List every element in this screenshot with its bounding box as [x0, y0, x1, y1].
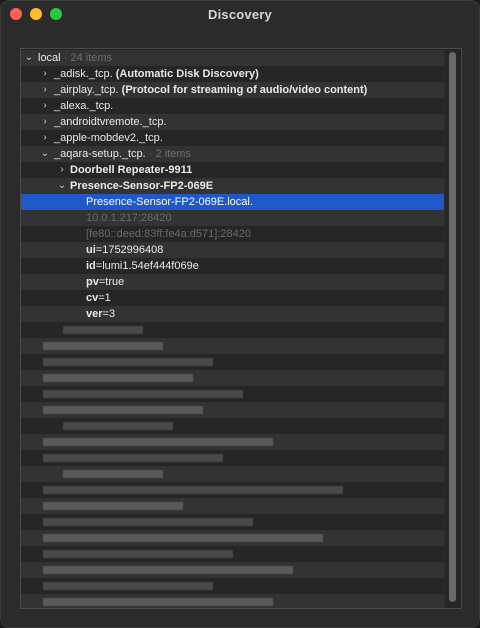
redacted-row — [21, 482, 445, 498]
chevron-right-icon[interactable]: › — [40, 114, 50, 130]
chevron-right-icon[interactable]: › — [57, 162, 67, 178]
ipv4-address: 10.0.1.217:28420 — [86, 212, 172, 224]
txt-key: pv — [86, 276, 99, 288]
chevron-right-icon[interactable]: › — [40, 130, 50, 146]
pixelated-redaction — [43, 582, 213, 590]
tree-row-txt-record[interactable]: ui=1752996408 — [21, 242, 445, 258]
zoom-button[interactable] — [50, 8, 62, 20]
chevron-down-icon[interactable]: ⌄ — [57, 178, 67, 194]
redacted-row — [21, 498, 445, 514]
scrollbar-thumb[interactable] — [449, 52, 456, 602]
pixelated-redaction — [43, 502, 183, 510]
service-description: (Protocol for streaming of audio/video c… — [121, 84, 368, 96]
redacted-row — [21, 354, 445, 370]
chevron-right-icon[interactable]: › — [40, 66, 50, 82]
redacted-row — [21, 402, 445, 418]
chevron-right-icon[interactable]: › — [40, 82, 50, 98]
tree-row-service[interactable]: › _androidtvremote._tcp. — [21, 114, 445, 130]
close-button[interactable] — [10, 8, 22, 20]
device-name: Doorbell Repeater-9911 — [70, 164, 193, 176]
pixelated-redaction — [43, 454, 223, 462]
tree-row-service-expanded[interactable]: ⌄ _aqara-setup._tcp. · 2 items — [21, 146, 445, 162]
tree-row-txt-record[interactable]: cv=1 — [21, 290, 445, 306]
redacted-row — [21, 466, 445, 482]
redacted-row — [21, 434, 445, 450]
root-label: local — [38, 52, 61, 64]
traffic-lights — [10, 8, 62, 20]
device-name: Presence-Sensor-FP2-069E — [70, 180, 214, 192]
tree-row-service[interactable]: › _alexa._tcp. — [21, 98, 445, 114]
tree-row-txt-record[interactable]: pv=true — [21, 274, 445, 290]
tree-row-txt-record[interactable]: id=lumi1.54ef444f069e — [21, 258, 445, 274]
discovery-window: Discovery ⌄ local · 24 items › _adisk._t… — [0, 0, 480, 628]
redacted-row — [21, 578, 445, 594]
tree-row-service[interactable]: › _apple-mobdev2._tcp. — [21, 130, 445, 146]
service-description: (Automatic Disk Discovery) — [115, 68, 259, 80]
tree-row-txt-record[interactable]: ver=3 — [21, 306, 445, 322]
pixelated-redaction — [43, 598, 273, 606]
service-name: _airplay._tcp. — [54, 84, 119, 96]
txt-value: =1 — [98, 292, 111, 304]
service-name: _adisk._tcp. — [54, 68, 113, 80]
redacted-row — [21, 546, 445, 562]
redacted-row — [21, 338, 445, 354]
redacted-row — [21, 594, 445, 608]
device-hostname: Presence-Sensor-FP2-069E.local. — [86, 196, 253, 208]
redacted-row — [21, 322, 445, 338]
service-outline-view[interactable]: ⌄ local · 24 items › _adisk._tcp. (Autom… — [20, 48, 462, 609]
tree-row-address[interactable]: 10.0.1.217:28420 — [21, 210, 445, 226]
pixelated-redaction — [63, 422, 173, 430]
pixelated-redaction — [43, 550, 233, 558]
tree-row-address[interactable]: [fe80::deed:83ff:fe4a:d571]:28420 — [21, 226, 445, 242]
redacted-row — [21, 530, 445, 546]
ipv6-address: [fe80::deed:83ff:fe4a:d571]:28420 — [86, 228, 251, 240]
redacted-row — [21, 370, 445, 386]
redacted-row — [21, 562, 445, 578]
pixelated-redaction — [43, 438, 273, 446]
window-title: Discovery — [208, 6, 272, 22]
txt-value: =true — [98, 276, 125, 288]
tree-row-device-expanded[interactable]: ⌄ Presence-Sensor-FP2-069E — [21, 178, 445, 194]
txt-value: =lumi1.54ef444f069e — [95, 260, 199, 272]
service-name: _androidtvremote._tcp. — [54, 116, 167, 128]
txt-value: =1752996408 — [95, 244, 164, 256]
redacted-row — [21, 386, 445, 402]
outline-rows: ⌄ local · 24 items › _adisk._tcp. (Autom… — [21, 50, 445, 608]
pixelated-redaction — [43, 486, 343, 494]
pixelated-redaction — [63, 470, 163, 478]
txt-key: cv — [86, 292, 99, 304]
service-name: _aqara-setup._tcp. — [54, 148, 146, 160]
chevron-right-icon[interactable]: › — [40, 98, 50, 114]
pixelated-redaction — [43, 374, 193, 382]
tree-row-local[interactable]: ⌄ local · 24 items — [21, 50, 445, 66]
txt-key: ver — [86, 308, 103, 320]
redacted-row — [21, 450, 445, 466]
txt-key: ui — [86, 244, 96, 256]
tree-row-device[interactable]: › Doorbell Repeater-9911 — [21, 162, 445, 178]
pixelated-redaction — [43, 566, 293, 574]
pixelated-redaction — [43, 518, 253, 526]
redacted-row — [21, 418, 445, 434]
tree-row-service[interactable]: › _airplay._tcp. (Protocol for streaming… — [21, 82, 445, 98]
service-name: _apple-mobdev2._tcp. — [54, 132, 163, 144]
tree-row-service[interactable]: › _adisk._tcp. (Automatic Disk Discovery… — [21, 66, 445, 82]
service-count: 2 items — [155, 148, 191, 160]
tree-row-hostname-selected[interactable]: Presence-Sensor-FP2-069E.local. — [21, 194, 445, 210]
pixelated-redaction — [43, 358, 213, 366]
txt-key: id — [86, 260, 96, 272]
root-count: 24 items — [70, 52, 112, 64]
chevron-down-icon[interactable]: ⌄ — [40, 146, 50, 162]
vertical-scrollbar[interactable] — [444, 49, 460, 608]
service-name: _alexa._tcp. — [54, 100, 114, 112]
redacted-row — [21, 514, 445, 530]
titlebar: Discovery — [0, 0, 480, 28]
pixelated-redaction — [43, 342, 163, 350]
pixelated-redaction — [43, 390, 243, 398]
pixelated-redaction — [43, 406, 203, 414]
txt-value: =3 — [102, 308, 116, 320]
pixelated-redaction — [63, 326, 143, 334]
chevron-down-icon[interactable]: ⌄ — [24, 50, 34, 66]
pixelated-redaction — [43, 534, 323, 542]
minimize-button[interactable] — [30, 8, 42, 20]
